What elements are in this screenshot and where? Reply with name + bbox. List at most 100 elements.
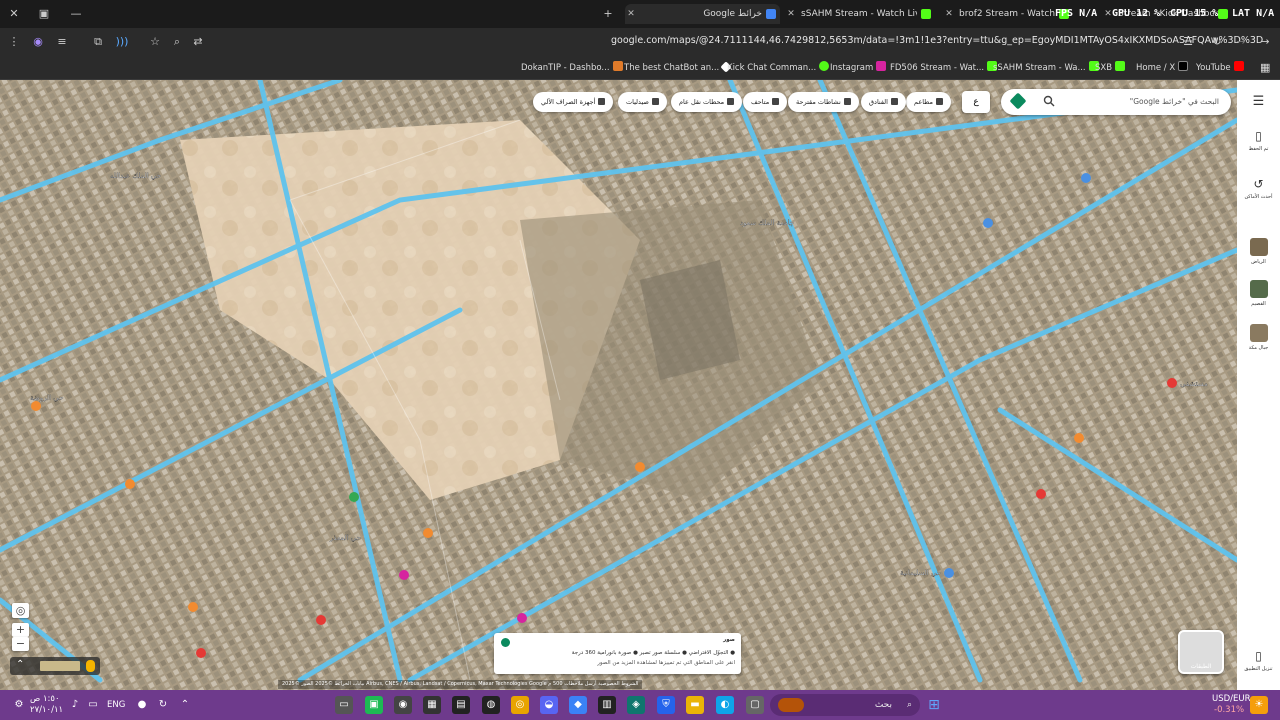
reload-icon[interactable]: ↻ [1209,34,1225,50]
settings-icon[interactable]: ⚙ [10,696,28,714]
recent-place-riyadh[interactable]: الرياض [1237,238,1280,265]
bookmark-chatbot[interactable]: The best ChatBot an... [624,61,732,75]
photos-legend-card[interactable]: صور ● التجوّل الافتراضي ● سلسلة صور تصير… [494,633,741,674]
search-icon[interactable] [1043,95,1055,107]
edge-icon[interactable]: ◐ [716,696,734,714]
imagery-thumbnails[interactable] [40,661,80,671]
bookmark-label: YouTube [1196,63,1231,73]
forward-icon[interactable]: → [1233,34,1249,50]
extension-icon[interactable]: ◉ [30,34,46,50]
app-icon[interactable]: ▥ [598,696,616,714]
menu-dots-icon[interactable]: ⋮ [6,34,22,50]
zoom-icon[interactable]: ⌕ [169,34,185,50]
zoom-in-button[interactable]: + [12,623,29,637]
tray-overflow-icon[interactable]: ⌃ [176,696,194,714]
kick-icon [921,9,931,19]
chip-transit[interactable]: محطات نقل عام [671,92,743,112]
tab-close-icon[interactable]: ✕ [625,4,637,24]
widgets-icon[interactable]: ☀ [1250,696,1268,714]
bookmark-ssahm[interactable]: sSAHM Stream - Wa... [993,61,1099,75]
app-icon[interactable]: ▣ [365,696,383,714]
bookmark-sxb[interactable]: SXB [1095,61,1126,75]
tab-close-icon[interactable]: ✕ [943,4,955,24]
chip-pharmacies[interactable]: صيدليات [618,92,667,112]
bookmark-label: FD506 Stream - Wat... [890,63,985,73]
bookmark-dokantip[interactable]: DokanTIP - Dashbo... [521,61,623,75]
chrome-icon[interactable]: ◎ [511,696,529,714]
chip-museums[interactable]: متاحف [743,92,788,112]
recents-button[interactable]: ↺ أحدث الأماكن [1237,176,1280,200]
url-field[interactable]: google.com/maps/@24.7111144,46.7429812,5… [611,35,1263,46]
file-explorer-icon[interactable]: ▬ [686,696,704,714]
tab-google-maps[interactable]: ✕ Google خرائط [625,4,780,24]
read-aloud-icon[interactable]: ))) [114,34,130,50]
close-window-icon[interactable]: ✕ [6,6,22,22]
tab-ssahm-stream[interactable]: ✕ sSAHM Stream - Watch Live on [785,4,935,24]
browser-tab-strip: ✕ ▣ — + ✕ Google خرائط ✕ sSAHM Stream - … [0,0,1280,28]
map-search-box[interactable]: البحث في "خرائط Google" [1001,89,1231,115]
minimize-icon[interactable]: — [68,6,84,22]
back-icon[interactable]: → [1257,34,1273,50]
saved-button[interactable]: ▯ تم الحفظ [1237,128,1280,152]
currency-widget-label[interactable]: USD/EUR [1212,694,1251,704]
app-icon[interactable]: ◈ [627,696,645,714]
chip-hotels[interactable]: الفنادق [861,92,906,112]
calendar-app-icon[interactable]: ▦ [423,696,441,714]
search-highlight-icon [778,698,804,712]
hamburger-menu-icon[interactable]: ☰ [1237,94,1280,109]
get-app-button[interactable]: ▯ تنزيل التطبيق [1237,648,1280,672]
sync-icon[interactable]: ↻ [154,696,172,714]
map-attribution: بيانات الخرائط ©2025 الصور ©2025 Airbus,… [278,680,643,689]
bookmark-instagram[interactable]: Instagram [830,61,887,75]
discord-icon[interactable]: ◒ [540,696,558,714]
site-info-icon[interactable]: ⇄ [190,34,206,50]
cpu-stat: CPU 15 % [1170,8,1219,19]
taskbar-search[interactable]: بحث ⌕ [770,694,920,716]
directions-icon[interactable] [1009,92,1027,110]
street-view-bar[interactable]: ⌃ [10,657,100,675]
window-icon[interactable]: ▣ [36,6,52,22]
expand-icon[interactable]: ⌃ [16,659,24,670]
more-categories-chip[interactable]: ع [962,91,990,113]
obs-icon[interactable]: ◍ [482,696,500,714]
windows-start-icon[interactable]: ⊞ [925,696,943,714]
bookmark-label: sSAHM Stream - Wa... [993,63,1086,73]
chip-restaurants[interactable]: مطاعم [906,92,951,112]
pegman-icon[interactable] [86,660,95,672]
bookmark-label: Home / X [1136,63,1176,73]
tune-icon[interactable]: ☰ [1180,34,1196,50]
zoom-out-button[interactable]: − [12,637,29,651]
tab-brof2-stream[interactable]: ✕ brof2 Stream - Watch Live on [943,4,1073,24]
recent-place-mountains[interactable]: جبال مكة [1237,324,1280,351]
app-icon[interactable]: ▢ [746,696,764,714]
steam-icon[interactable]: ◉ [394,696,412,714]
mic-icon[interactable]: ● [133,696,151,714]
bookmark-star-icon[interactable]: ☆ [147,34,163,50]
tab-close-icon[interactable]: ✕ [785,4,797,24]
photos-card-legend: ● التجوّل الافتراضي ● سلسلة صور تصير ● ص… [571,650,735,656]
my-location-button[interactable]: ◎ [12,603,29,618]
chip-things-to-do[interactable]: نشاطات مقترحة [788,92,859,112]
bookmark-kick-chat[interactable]: Kick Chat Comman... [727,61,830,75]
bookmark-label: The best ChatBot an... [624,63,720,73]
satellite-map[interactable]: حي الملك عبدالله جامعة الملك سعود حي الر… [0,80,1237,690]
terminal-app-icon[interactable]: ▭ [335,696,353,714]
chip-atms[interactable]: أجهزة الصراف الآلي [533,92,614,112]
app-icon[interactable]: ▤ [452,696,470,714]
layers-button[interactable]: الطبقات [1178,630,1224,674]
network-icon[interactable]: ▭ [84,696,102,714]
all-bookmarks-icon[interactable]: ▦ [1260,61,1270,75]
screenshot-icon[interactable]: ⧉ [90,34,106,50]
tab-search-icon[interactable]: ≡ [54,34,70,50]
bookmark-youtube[interactable]: YouTube [1196,61,1244,75]
security-icon[interactable]: ⛨ [657,696,675,714]
clock-time: ١:٥٠ ص [30,694,60,704]
bookmark-fd506[interactable]: FD506 Stream - Wat... [890,61,998,75]
volume-icon[interactable]: ♪ [66,696,84,714]
history-icon: ↺ [1253,177,1264,191]
new-tab-icon[interactable]: + [600,6,616,22]
recent-place-qassim[interactable]: القصيم [1237,280,1280,307]
app-icon[interactable]: ◆ [569,696,587,714]
language-indicator[interactable]: ENG [107,700,125,710]
bookmark-home-x[interactable]: Home / X [1136,61,1189,75]
